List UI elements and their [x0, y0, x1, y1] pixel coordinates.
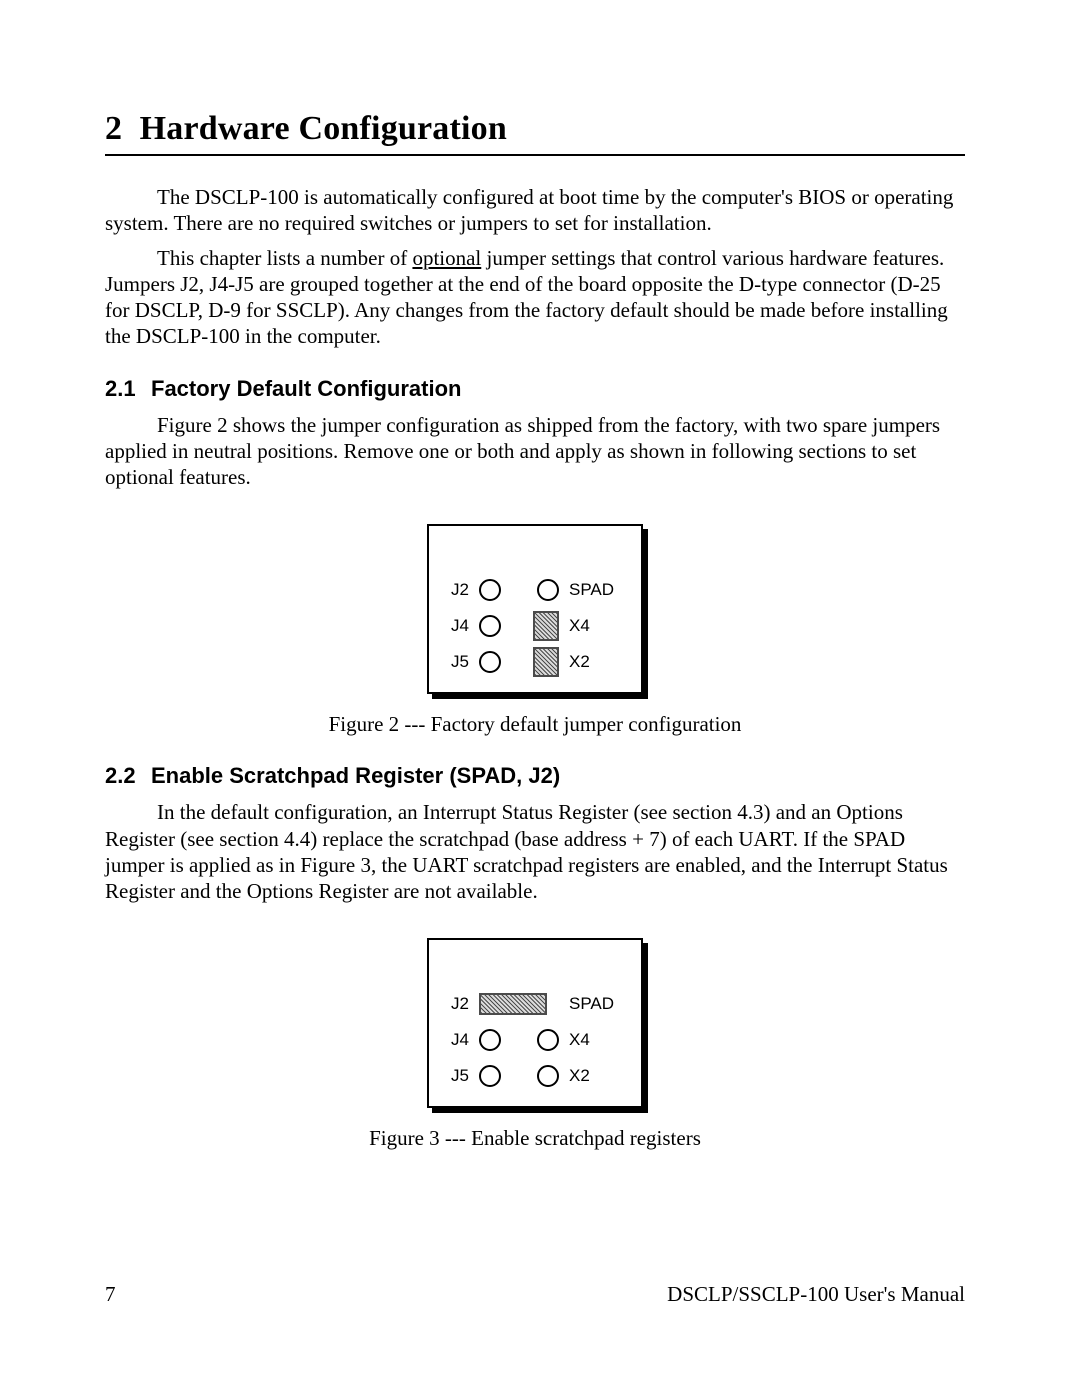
figure-3: J2 SPAD J4 X4 J5 X2	[105, 938, 965, 1151]
chapter-heading: 2 Hardware Configuration	[105, 110, 965, 148]
figure-2-j2-pins	[479, 574, 559, 606]
section-2.1-heading: 2.1Factory Default Configuration	[105, 376, 965, 402]
figure-2-caption: Figure 2 --- Factory default jumper conf…	[105, 712, 965, 737]
pin-icon	[479, 651, 501, 673]
figure-3-x4-label: X4	[559, 1030, 629, 1050]
figure-2-j4-label: J4	[429, 616, 479, 636]
figure-2: J2 SPAD J4 X4 J5	[105, 524, 965, 737]
chapter-title-text: Hardware Configuration	[140, 110, 507, 147]
figure-3-j4-label: J4	[429, 1030, 479, 1050]
figure-2-j5-label: J5	[429, 652, 479, 672]
figure-3-row-j4: J4 X4	[429, 1022, 641, 1058]
figure-2-row-j2: J2 SPAD	[429, 572, 641, 608]
page-number: 7	[105, 1282, 116, 1307]
figure-2-x2-label: X2	[559, 652, 629, 672]
jumper-horizontal-icon	[479, 993, 547, 1015]
manual-title: DSCLP/SSCLP-100 User's Manual	[667, 1282, 965, 1307]
figure-3-j5-label: J5	[429, 1066, 479, 1086]
pin-icon	[479, 1029, 501, 1051]
pin-icon	[479, 579, 501, 601]
figure-3-j2-label: J2	[429, 994, 479, 1014]
figure-3-x2-label: X2	[559, 1066, 629, 1086]
section-2.1-para: Figure 2 shows the jumper configuration …	[105, 412, 965, 491]
figure-3-diagram: J2 SPAD J4 X4 J5 X2	[427, 938, 643, 1108]
page: 2 Hardware Configuration The DSCLP-100 i…	[0, 0, 1080, 1397]
optional-underline: optional	[412, 246, 481, 270]
figure-3-row-j2: J2 SPAD	[429, 986, 641, 1022]
page-footer: 7 DSCLP/SSCLP-100 User's Manual	[105, 1282, 965, 1307]
pin-icon	[479, 615, 501, 637]
intro-para-2-lead: This chapter lists a number of	[157, 246, 412, 270]
figure-3-caption: Figure 3 --- Enable scratchpad registers	[105, 1126, 965, 1151]
figure-2-j2-label: J2	[429, 580, 479, 600]
heading-rule	[105, 154, 965, 156]
section-2.2-para: In the default configuration, an Interru…	[105, 799, 965, 904]
pin-icon	[479, 1065, 501, 1087]
figure-3-row-j5: J5 X2	[429, 1058, 641, 1094]
chapter-number: 2	[105, 110, 122, 147]
figure-2-spad-label: SPAD	[559, 580, 629, 600]
jumper-icon	[533, 647, 559, 677]
figure-2-diagram: J2 SPAD J4 X4 J5	[427, 524, 643, 694]
figure-3-j4-pins	[479, 1024, 559, 1056]
section-2.2-title: Enable Scratchpad Register (SPAD, J2)	[151, 763, 560, 788]
figure-2-j4-pins	[479, 610, 559, 642]
pin-icon	[537, 1029, 559, 1051]
figure-2-row-j5: J5 X2	[429, 644, 641, 680]
section-2.2-heading: 2.2Enable Scratchpad Register (SPAD, J2)	[105, 763, 965, 789]
figure-2-j5-pins	[479, 646, 559, 678]
pin-icon	[537, 1065, 559, 1087]
figure-2-row-j4: J4 X4	[429, 608, 641, 644]
section-2.1-title: Factory Default Configuration	[151, 376, 461, 401]
intro-para-2: This chapter lists a number of optional …	[105, 245, 965, 350]
pin-icon	[537, 579, 559, 601]
intro-para-1: The DSCLP-100 is automatically configure…	[105, 184, 965, 237]
figure-3-j2-pins	[479, 988, 559, 1020]
section-2.2-number: 2.2	[105, 763, 151, 789]
section-2.1-number: 2.1	[105, 376, 151, 402]
figure-3-spad-label: SPAD	[559, 994, 629, 1014]
jumper-icon	[533, 611, 559, 641]
figure-2-x4-label: X4	[559, 616, 629, 636]
figure-3-j5-pins	[479, 1060, 559, 1092]
